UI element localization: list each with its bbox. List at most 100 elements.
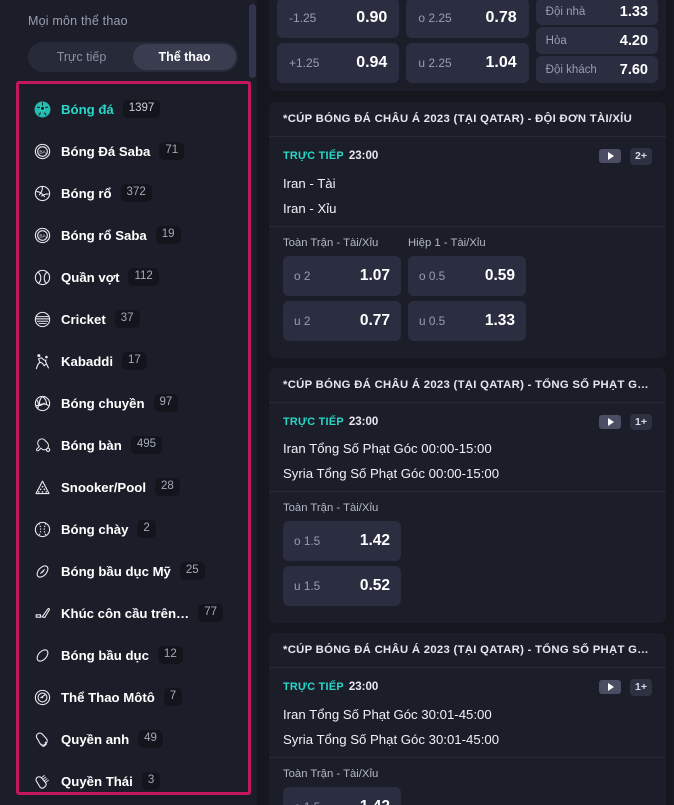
sidebar-item-label: Quần vợt (61, 269, 120, 285)
sidebar-item-count: 372 (120, 184, 152, 202)
sidebar-item-14[interactable]: Bóng bầu dục 12 (19, 634, 248, 676)
match-card: *CÚP BÓNG ĐÁ CHÂU Á 2023 (TẠI QATAR) - Đ… (269, 102, 666, 358)
one-x-two-column: Đội nhà 1.33 Hòa 4.20 Đội khách 7.60 (535, 0, 658, 83)
odds-button[interactable]: o 0.5 0.59 (408, 255, 526, 296)
sidebar-item-15[interactable]: Thể Thao Môtô 7 (19, 676, 248, 718)
odds-button[interactable]: o 1.5 1.42 (283, 786, 401, 805)
sidebar-item-16[interactable]: Quyền anh 49 (19, 718, 248, 760)
sidebar-item-5[interactable]: Quần vợt 112 (19, 256, 248, 298)
odds-value: 1.42 (360, 798, 390, 805)
odds-value: 0.94 (356, 54, 388, 71)
odds-label: u 2 (294, 313, 311, 328)
team-name: Syria Tổng Số Phạt Góc 30:01-45:00 (283, 731, 500, 747)
kabaddi-icon (32, 351, 52, 371)
muay-thai-icon (32, 771, 52, 791)
baseball-icon (32, 519, 52, 539)
sidebar-item-9[interactable]: Bóng bàn 495 (19, 424, 248, 466)
market-block: Toàn Trận - Tài/Xỉu o 1.5 1.42 (269, 756, 666, 805)
more-markets-badge[interactable]: 2+ (630, 148, 652, 165)
sidebar-item-11[interactable]: Bóng chày 2 (19, 508, 248, 550)
match-list: *CÚP BÓNG ĐÁ CHÂU Á 2023 (TẠI QATAR) - Đ… (269, 102, 666, 805)
more-markets-badge[interactable]: 1+ (630, 413, 652, 430)
cricket-icon (32, 309, 52, 329)
match-meta: TRỰC TIẾP 23:00 1+ (283, 413, 652, 430)
odds-button[interactable]: +1.25 0.94 (277, 43, 400, 83)
team-name: Iran - Xỉu (283, 200, 337, 216)
match-meta: TRỰC TIẾP 23:00 1+ (283, 679, 652, 696)
sidebar-item-label: Bóng rổ (61, 185, 112, 201)
odds-button[interactable]: u 2.25 1.04 (406, 43, 529, 83)
league-header[interactable]: *CÚP BÓNG ĐÁ CHÂU Á 2023 (TẠI QATAR) - T… (269, 367, 666, 402)
tab-sports[interactable]: Thể thao (133, 44, 236, 70)
odds-button[interactable]: u 0.5 1.33 (408, 300, 526, 341)
odds-label: Đội nhà (545, 5, 586, 18)
league-header[interactable]: *CÚP BÓNG ĐÁ CHÂU Á 2023 (TẠI QATAR) - Đ… (269, 102, 666, 136)
league-header[interactable]: *CÚP BÓNG ĐÁ CHÂU Á 2023 (TẠI QATAR) - T… (269, 633, 666, 667)
match-time: 23:00 (348, 150, 379, 163)
live-label: TRỰC TIẾP (283, 415, 344, 428)
odds-label: -1.25 (289, 11, 317, 25)
odds-button[interactable]: o 2 1.07 (283, 255, 401, 296)
odds-button[interactable]: Đội khách 7.60 (535, 56, 658, 83)
team-name: Syria Tổng Số Phạt Góc 00:00-15:00 (283, 466, 500, 481)
sidebar-item-2[interactable]: BA Bóng Đá Saba 71 (19, 130, 248, 172)
match-body: TRỰC TIẾP 23:00 1+ Iran Tổng Số Phạt Góc 30… (269, 667, 666, 757)
more-markets-badge[interactable]: 1+ (630, 679, 652, 696)
sidebar-item-12[interactable]: Bóng bầu dục Mỹ 25 (19, 550, 248, 592)
american-football-icon (32, 561, 52, 581)
match-meta-right: 2+ (599, 148, 652, 165)
odds-label: o 2 (294, 268, 311, 283)
market-group: Hiệp 1 - Tài/Xỉu o 0.5 0.59 u 0.5 1.33 (408, 237, 526, 346)
market-group: Toàn Trận - Tài/Xỉu o 2 1.07 u 2 0.77 (283, 237, 401, 346)
sidebar-tab-switcher: Trực tiếp Thể thao (28, 42, 238, 72)
market-block: Toàn Trận - Tài/Xỉu o 1.5 1.42 u 1.5 0.52 (269, 491, 666, 623)
tab-live[interactable]: Trực tiếp (30, 44, 133, 70)
video-play-icon[interactable] (599, 149, 622, 164)
sidebar-item-1[interactable]: Bóng đá 1397 (19, 88, 248, 130)
odds-button[interactable]: o 1.5 1.42 (283, 521, 401, 561)
market-title: Toàn Trận - Tài/Xỉu (283, 502, 379, 514)
odds-label: o 2.25 (418, 11, 452, 25)
odds-value: 0.78 (485, 9, 517, 26)
over-under-column: o 2.25 0.78 u 2.25 1.04 (406, 0, 529, 83)
match-meta: TRỰC TIẾP 23:00 2+ (283, 148, 652, 165)
odds-button[interactable]: Hòa 4.20 (535, 27, 658, 54)
sidebar-item-count: 12 (157, 646, 183, 664)
sidebar-scrollbar[interactable] (249, 4, 256, 78)
sidebar-item-label: Bóng chuyền (61, 395, 145, 411)
odds-value: 0.52 (359, 577, 390, 594)
odds-label: u 0.5 (419, 313, 446, 328)
match-card: *CÚP BÓNG ĐÁ CHÂU Á 2023 (TẠI QATAR) - T… (269, 367, 666, 623)
svg-text:BA: BA (39, 233, 46, 239)
odds-button[interactable]: -1.25 0.90 (277, 0, 400, 38)
market-group: Toàn Trận - Tài/Xỉu o 1.5 1.42 (283, 768, 401, 805)
odds-label: o 0.5 (419, 268, 446, 283)
sidebar-item-10[interactable]: Snooker/Pool 28 (19, 466, 248, 508)
odds-button[interactable]: o 2.25 0.78 (406, 0, 529, 38)
sidebar-item-3[interactable]: Bóng rổ 372 (19, 172, 248, 214)
sidebar-item-label: Bóng chày (61, 521, 129, 537)
tennis-ball-icon (32, 267, 52, 287)
sidebar-item-7[interactable]: Kabaddi 17 (19, 340, 248, 382)
video-play-icon[interactable] (599, 680, 622, 695)
sidebar-item-label: Bóng rổ Saba (61, 227, 147, 243)
sidebar-item-17[interactable]: Quyền Thái 3 (19, 760, 248, 792)
top-odds-card: -1.25 0.90 +1.25 0.94 o 2.25 0.78 u 2.25… (269, 0, 666, 91)
sidebar-item-count: 71 (159, 142, 185, 160)
odds-value: 0.59 (484, 266, 515, 284)
market-title: Hiệp 1 - Tài/Xỉu (408, 236, 486, 249)
sidebar-item-13[interactable]: Khúc côn cầu trên… 77 (19, 592, 248, 634)
odds-value: 1.42 (359, 532, 390, 549)
sidebar-item-label: Bóng đá (61, 101, 114, 117)
odds-value: 4.20 (619, 32, 648, 49)
odds-button[interactable]: u 1.5 0.52 (283, 566, 401, 606)
odds-button[interactable]: u 2 0.77 (283, 300, 401, 341)
sidebar-item-6[interactable]: Cricket 37 (19, 298, 248, 340)
sidebar-item-4[interactable]: BA Bóng rổ Saba 19 (19, 214, 248, 256)
odds-button[interactable]: Đội nhà 1.33 (535, 0, 658, 25)
motorsport-icon (32, 687, 52, 707)
video-play-icon[interactable] (599, 414, 622, 429)
sidebar-item-8[interactable]: Bóng chuyền 97 (19, 382, 248, 424)
sidebar-item-count: 7 (163, 688, 183, 706)
sidebar-item-label: Snooker/Pool (61, 479, 146, 495)
